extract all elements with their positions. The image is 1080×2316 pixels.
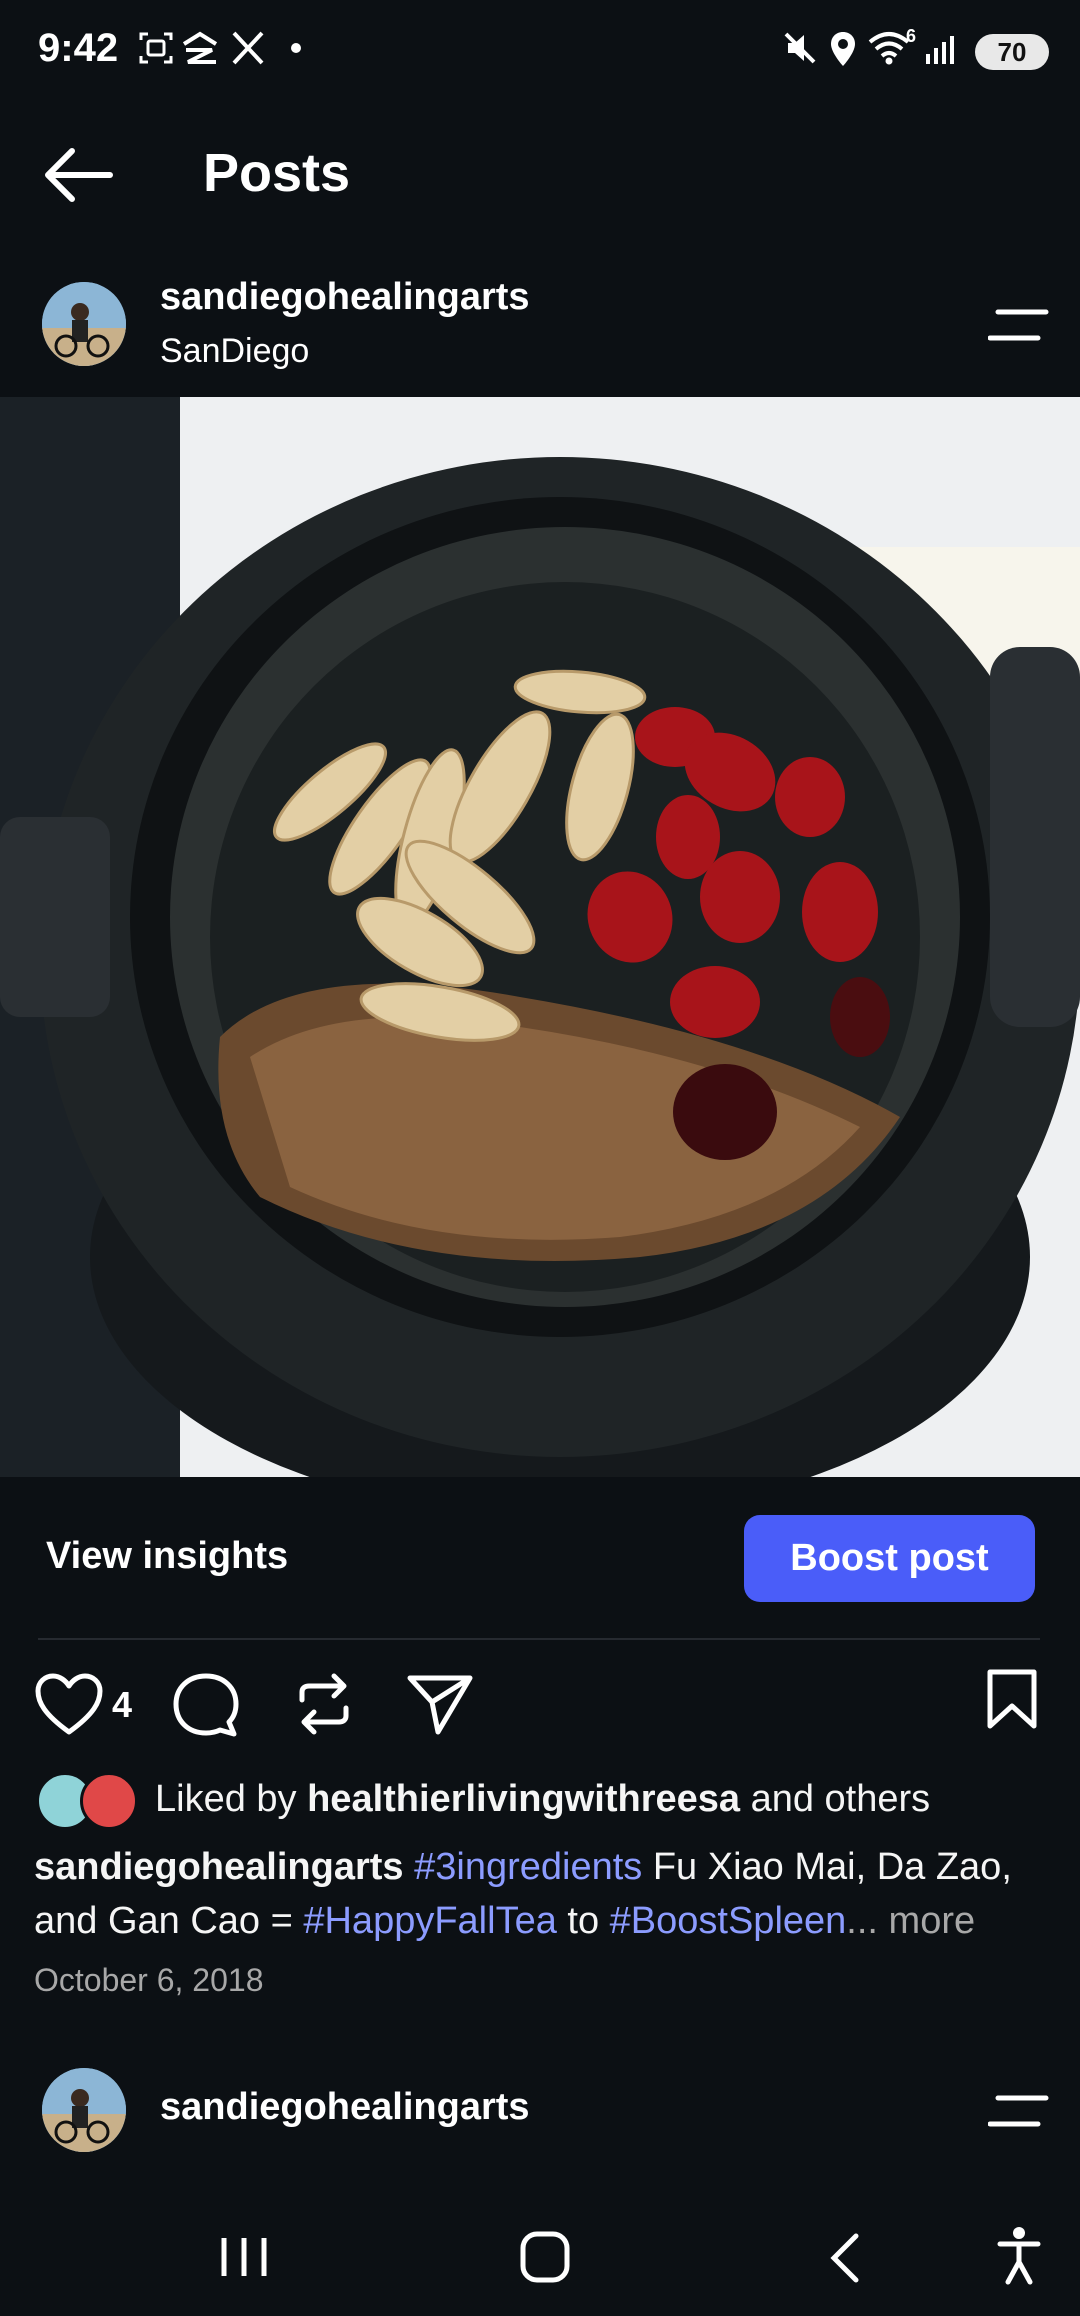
menu-icon [987,2095,1049,2127]
wifi-icon [868,32,910,65]
comment-button[interactable] [172,1672,240,1743]
hashtag-link[interactable]: #BoostSpleen [610,1900,847,1942]
caption-text: and Gan Cao = [34,1900,304,1942]
comment-icon [173,1673,239,1737]
post-image[interactable] [0,397,1080,1477]
signal-icon [926,36,954,64]
post-menu-button[interactable] [987,306,1052,346]
battery-icon: 70 [975,34,1049,70]
repost-button[interactable] [292,1670,356,1743]
liked-by-prefix: Liked by [155,1778,308,1820]
home-icon[interactable] [515,2228,575,2286]
screenshot-icon [139,32,173,64]
view-insights-link[interactable]: View insights [46,1535,288,1578]
repost-icon [299,1673,349,1735]
caption-text: to [556,1900,610,1942]
threads-notification-icon [182,31,218,64]
liker-avatar-2[interactable] [80,1772,138,1830]
liked-by-suffix: and others [740,1778,931,1820]
location-icon [831,32,855,66]
send-icon [407,1675,473,1735]
mute-icon [784,32,816,64]
heart-icon [35,1673,103,1735]
back-button[interactable] [40,140,120,210]
boost-post-button[interactable]: Boost post [744,1515,1035,1602]
x-notification-icon [232,31,264,65]
bookmark-icon [987,1669,1037,1729]
next-post-username[interactable]: sandiegohealingarts [160,2086,530,2129]
share-button[interactable] [406,1672,474,1741]
system-nav-bar [0,2200,1080,2316]
save-button[interactable] [984,1668,1040,1735]
wifi-badge: 6 [906,26,917,46]
like-count[interactable]: 4 [112,1684,132,1726]
caption-ellipsis: ... [846,1900,878,1942]
post-caption: sandiegohealingarts #3ingredients Fu Xia… [34,1840,1054,1948]
hashtag-link[interactable]: #HappyFallTea [303,1900,556,1942]
caption-text: Fu Xiao Mai, Da Zao, [642,1846,1012,1888]
arrow-left-icon [45,148,113,202]
back-nav-icon[interactable] [820,2230,870,2286]
caption-username[interactable]: sandiegohealingarts [34,1846,404,1888]
post-date: October 6, 2018 [34,1962,264,1998]
post-location[interactable]: SanDiego [160,332,309,371]
recent-apps-icon[interactable] [214,2232,274,2282]
status-time: 9:42 [38,26,119,70]
menu-icon [987,309,1049,341]
hashtag-link[interactable]: #3ingredients [414,1846,642,1888]
avatar-image [42,2068,126,2152]
tea-pot-photo [0,397,1080,1477]
avatar-image [42,282,126,366]
page-title: Posts [203,143,351,203]
dot-icon [291,43,301,53]
next-post-avatar[interactable] [42,2068,126,2152]
divider [38,1638,1040,1640]
liked-by-text[interactable]: Liked by healthierlivingwithreesa and ot… [155,1778,930,1821]
like-button[interactable] [34,1672,104,1741]
next-post-menu-button[interactable] [987,2092,1052,2132]
more-link[interactable]: more [878,1900,976,1942]
liked-by-user[interactable]: healthierlivingwithreesa [307,1778,740,1820]
accessibility-icon[interactable] [996,2226,1042,2286]
avatar[interactable] [42,282,126,366]
post-username[interactable]: sandiegohealingarts [160,276,530,319]
status-bar: 9:42 6 70 [0,0,1080,104]
battery-level: 70 [997,36,1027,67]
